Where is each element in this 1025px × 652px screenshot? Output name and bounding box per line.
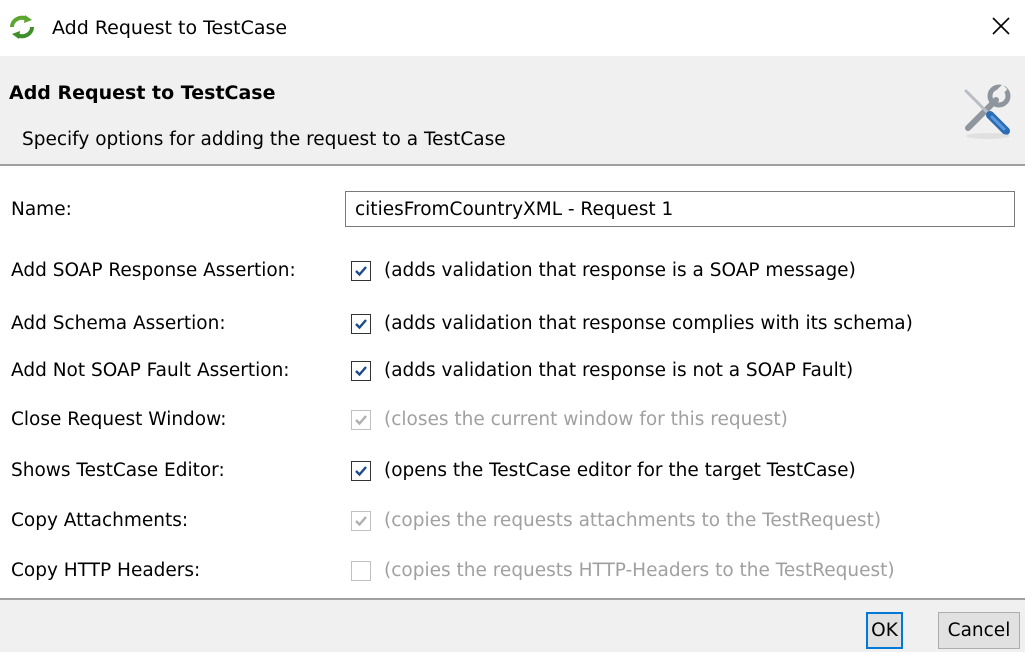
name-label: Name:: [11, 199, 72, 220]
dialog-header: Add Request to TestCase Specify options …: [0, 56, 1025, 164]
option-label-copy-http-headers: Copy HTTP Headers:: [11, 560, 201, 581]
schema-assertion-checkbox[interactable]: [351, 314, 371, 334]
header-description: Specify options for adding the request t…: [22, 129, 506, 150]
soapui-logo-icon: [9, 15, 35, 39]
option-description-copy-attachments: (copies the requests attachments to the …: [384, 510, 882, 531]
option-description-copy-http-headers: (copies the requests HTTP-Headers to the…: [384, 560, 895, 581]
shows-testcase-editor-checkbox[interactable]: [351, 461, 371, 481]
option-label-shows-testcase-editor: Shows TestCase Editor:: [11, 460, 225, 481]
copy-http-headers-checkbox: [351, 561, 371, 581]
cancel-button[interactable]: Cancel: [938, 612, 1020, 649]
name-input[interactable]: [345, 191, 1015, 227]
soap-response-assertion-checkbox[interactable]: [351, 261, 371, 281]
ok-button[interactable]: OK: [866, 612, 903, 649]
header-title: Add Request to TestCase: [9, 82, 276, 104]
button-bar: OK Cancel: [0, 600, 1025, 652]
option-description-close-request-window: (closes the current window for this requ…: [384, 409, 788, 430]
window-title: Add Request to TestCase: [52, 17, 288, 39]
option-description-not-soap-fault-assertion: (adds validation that response is not a …: [384, 360, 854, 381]
option-description-shows-testcase-editor: (opens the TestCase editor for the targe…: [384, 460, 856, 481]
option-label-schema-assertion: Add Schema Assertion:: [11, 313, 226, 334]
tools-icon: [956, 82, 1014, 140]
title-bar: Add Request to TestCase: [0, 0, 1025, 55]
option-description-schema-assertion: (adds validation that response complies …: [384, 313, 913, 334]
copy-attachments-checkbox: [351, 511, 371, 531]
close-request-window-checkbox: [351, 410, 371, 430]
option-label-copy-attachments: Copy Attachments:: [11, 510, 189, 531]
close-icon[interactable]: [986, 11, 1016, 41]
option-label-close-request-window: Close Request Window:: [11, 409, 227, 430]
option-label-soap-response-assertion: Add SOAP Response Assertion:: [11, 260, 296, 281]
not-soap-fault-assertion-checkbox[interactable]: [351, 361, 371, 381]
option-description-soap-response-assertion: (adds validation that response is a SOAP…: [384, 260, 856, 281]
options-form: Name: Add SOAP Response Assertion: (adds…: [0, 166, 1025, 598]
option-label-not-soap-fault-assertion: Add Not SOAP Fault Assertion:: [11, 360, 290, 381]
